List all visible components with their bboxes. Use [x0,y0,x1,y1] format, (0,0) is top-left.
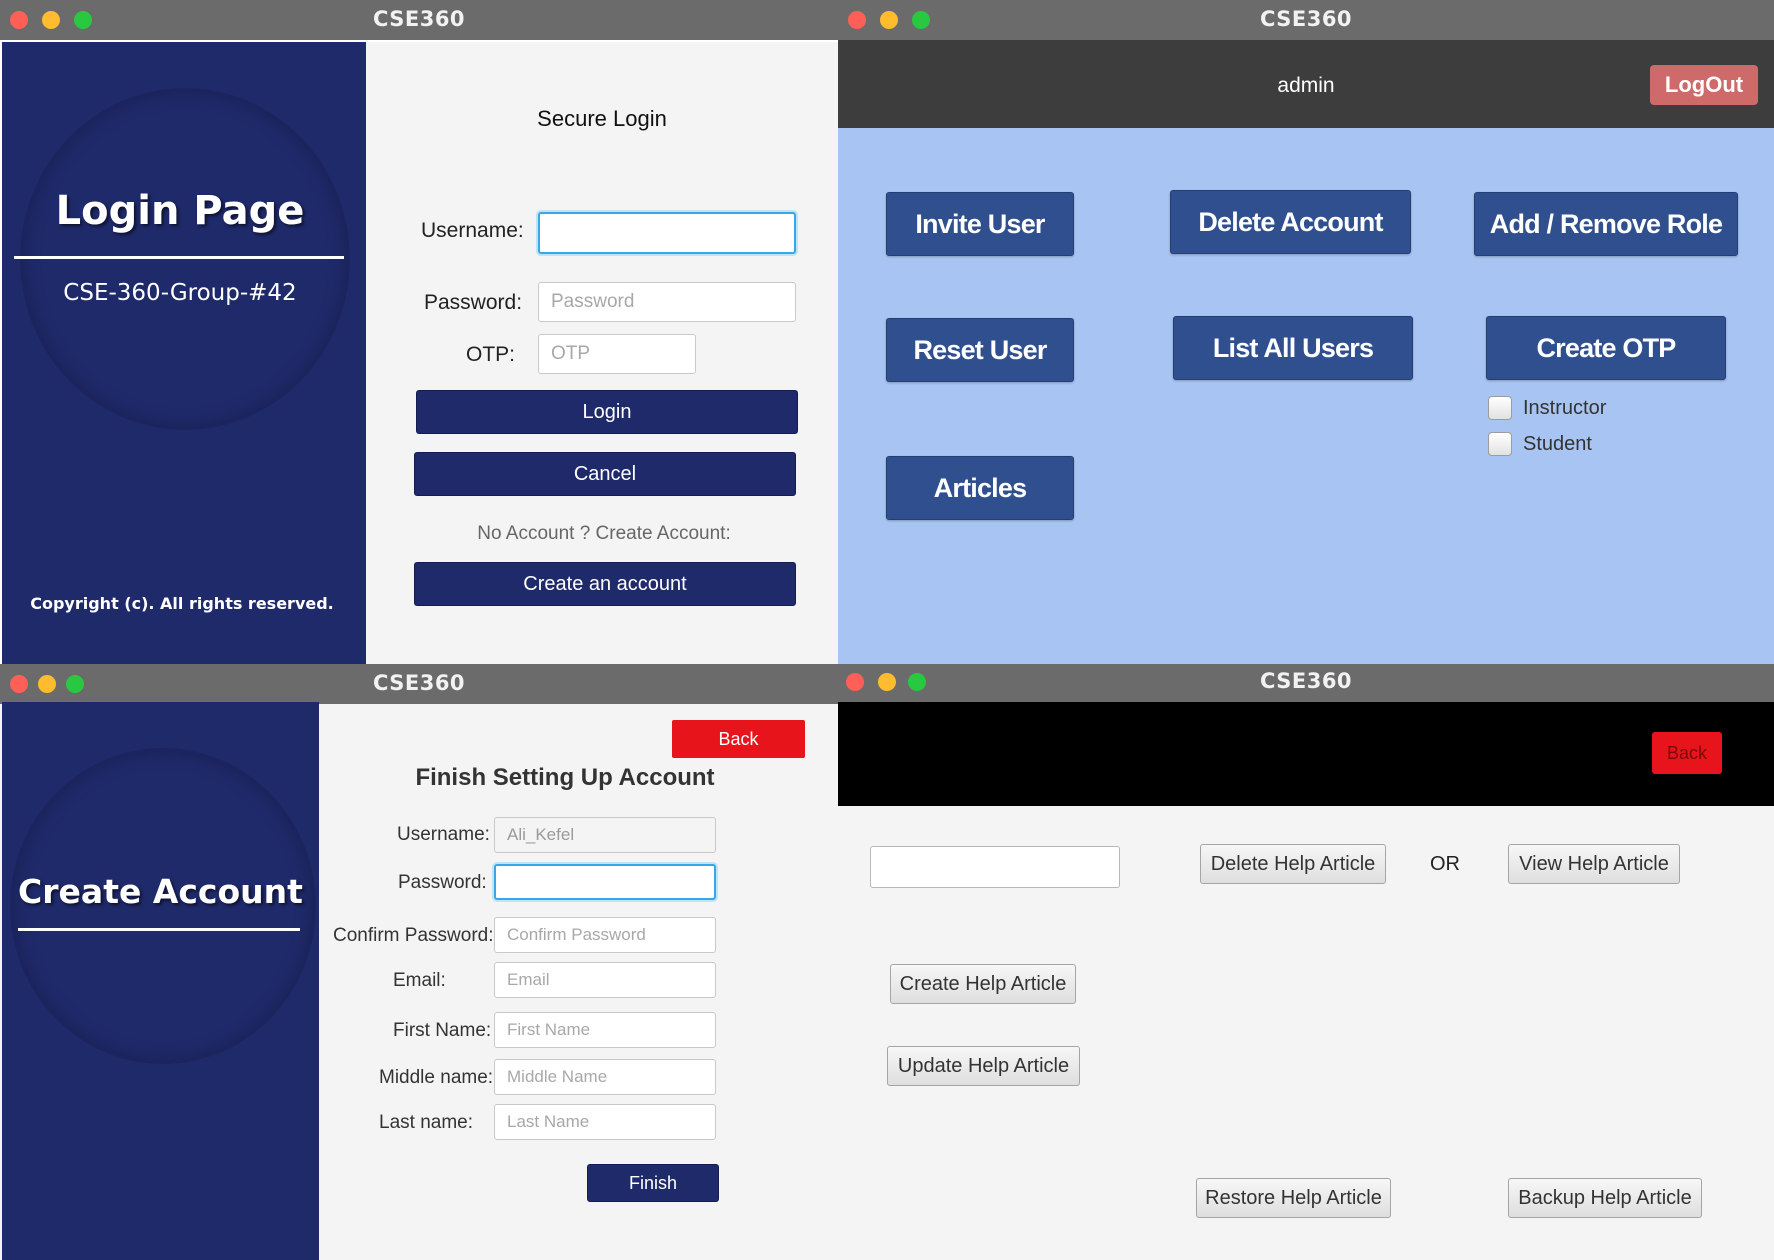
form-heading: Secure Login [537,106,667,131]
side-panel: Login Page CSE-360-Group-#42 Copyright (… [2,42,366,664]
update-help-article-button[interactable]: Update Help Article [887,1046,1080,1086]
last-name-label: Last name: [379,1112,473,1133]
side-divider [14,256,344,259]
confirm-password-label: Confirm Password: [333,925,494,946]
titlebar: CSE360 [838,0,1774,40]
admin-header: admin LogOut [838,40,1774,128]
first-name-label: First Name: [393,1020,492,1041]
username-input[interactable] [538,212,796,254]
password-label: Password: [398,872,487,893]
create-help-article-button[interactable]: Create Help Article [890,964,1076,1004]
instructor-label: Instructor [1523,397,1607,419]
password-input[interactable]: Password [538,282,796,322]
window-title: CSE360 [1259,669,1353,693]
middle-name-label: Middle name: [379,1067,494,1088]
delete-help-article-button[interactable]: Delete Help Article [1200,844,1386,884]
side-divider [18,928,300,931]
user-label: admin [1277,74,1335,97]
student-label: Student [1523,433,1592,455]
username-label: Username: [397,824,490,845]
create-otp-button[interactable]: Create OTP [1486,316,1726,380]
restore-help-article-button[interactable]: Restore Help Article [1196,1178,1391,1218]
finish-button[interactable]: Finish [587,1164,719,1202]
titlebar: CSE360 [0,0,838,40]
article-id-input[interactable] [870,846,1120,888]
titlebar: CSE360 [0,664,838,704]
email-input[interactable]: Email [494,962,716,998]
titlebar: CSE360 [838,664,1774,702]
list-all-users-button[interactable]: List All Users [1173,316,1413,380]
invite-user-button[interactable]: Invite User [886,192,1074,256]
admin-window: CSE360 admin LogOut Invite User Delete A… [838,0,1774,664]
delete-account-button[interactable]: Delete Account [1170,190,1411,254]
copyright-text: Copyright (c). All rights reserved. [30,594,334,613]
backup-help-article-button[interactable]: Backup Help Article [1508,1178,1702,1218]
cancel-button[interactable]: Cancel [414,452,796,496]
confirm-password-input[interactable]: Confirm Password [494,917,716,953]
side-title: Login Page [55,188,305,234]
back-button[interactable]: Back [672,720,805,758]
window-title: CSE360 [372,7,466,31]
articles-window: CSE360 Back Delete Help Article OR View … [838,664,1774,1260]
add-remove-role-button[interactable]: Add / Remove Role [1474,192,1738,256]
password-label: Password: [424,291,523,314]
or-text: OR [1430,853,1460,875]
no-account-text: No Account ? Create Account: [477,523,731,544]
first-name-input[interactable]: First Name [494,1012,716,1048]
articles-header: Back [838,702,1774,806]
create-account-window: CSE360 Create Account Back Finish Settin… [0,664,838,1260]
form-heading: Finish Setting Up Account [415,764,715,791]
window-title: CSE360 [1259,7,1353,31]
view-help-article-button[interactable]: View Help Article [1508,844,1680,884]
back-button[interactable]: Back [1652,732,1722,774]
email-label: Email: [393,970,446,991]
username-label: Username: [421,219,524,242]
last-name-input[interactable]: Last Name [494,1104,716,1140]
create-account-button[interactable]: Create an account [414,562,796,606]
otp-label: OTP: [466,343,516,366]
login-window: CSE360 Login Page CSE-360-Group-#42 Copy… [0,0,838,664]
otp-input[interactable]: OTP [538,334,696,374]
decorative-circle [20,88,350,430]
window-title: CSE360 [372,671,466,695]
instructor-checkbox[interactable] [1488,396,1512,420]
username-input[interactable]: Ali_Kefel [494,817,716,853]
logout-button[interactable]: LogOut [1650,65,1758,105]
middle-name-input[interactable]: Middle Name [494,1059,716,1095]
password-input[interactable] [494,864,716,900]
student-checkbox[interactable] [1488,432,1512,456]
login-form: Secure Login Username: Password: Passwor… [366,42,838,664]
articles-button[interactable]: Articles [886,456,1074,520]
side-subtitle: CSE-360-Group-#42 [63,280,297,306]
side-panel: Create Account [2,702,319,1260]
reset-user-button[interactable]: Reset User [886,318,1074,382]
side-title: Create Account [18,872,303,911]
login-button[interactable]: Login [416,390,798,434]
